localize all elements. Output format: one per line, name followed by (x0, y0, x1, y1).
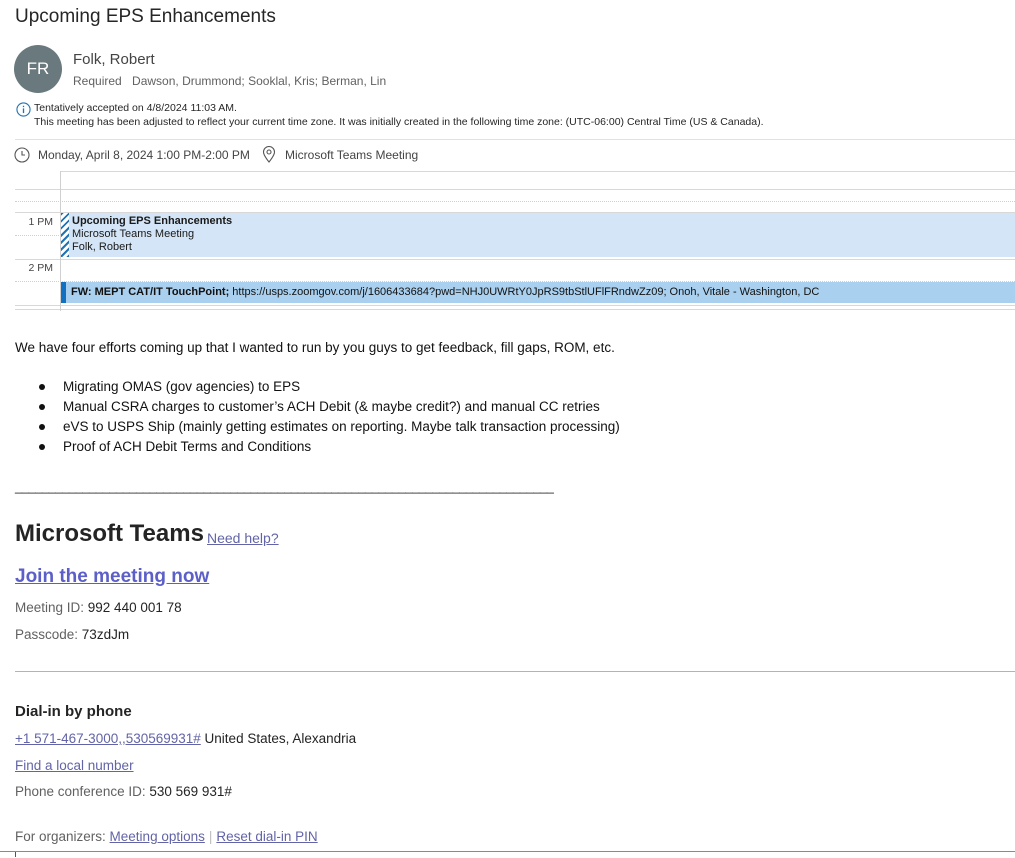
meeting-id-row: Meeting ID: 992 440 001 78 (15, 600, 182, 615)
calendar-bottom-line (15, 309, 1015, 310)
find-local-row: Find a local number (15, 758, 134, 773)
meeting-subject: Upcoming EPS Enhancements (15, 6, 276, 27)
clock-icon (14, 147, 30, 163)
organizer-name[interactable]: Folk, Robert (73, 51, 155, 68)
join-meeting-link[interactable]: Join the meeting now (15, 566, 209, 588)
find-local-number-link[interactable]: Find a local number (15, 758, 134, 773)
event-title: FW: MEPT CAT/IT TouchPoint; (71, 286, 230, 298)
calendar-half-line (15, 201, 1015, 202)
conference-id-value: 530 569 931# (149, 784, 232, 799)
info-icon (16, 102, 31, 117)
hour-label-1pm: 1 PM (28, 216, 53, 228)
dial-in-region: United States, Alexandria (200, 731, 357, 746)
resize-handle[interactable] (15, 852, 16, 857)
info-line-timezone: This meeting has been adjusted to reflec… (34, 116, 764, 128)
bullet-icon (39, 424, 45, 430)
conference-id-label: Phone conference ID: (15, 784, 150, 799)
teams-separator (15, 671, 1015, 672)
need-help-link[interactable]: Need help? (207, 530, 279, 546)
list-item-text: Proof of ACH Debit Terms and Conditions (63, 439, 312, 454)
calendar-event-next[interactable]: FW: MEPT CAT/IT TouchPoint; https://usps… (61, 282, 1015, 303)
dial-in-number-link[interactable]: +1 571-467-3000,,530569931# (15, 731, 201, 746)
passcode-value: 73zdJm (81, 627, 130, 642)
info-message: Tentatively accepted on 4/8/2024 11:03 A… (34, 101, 764, 129)
event-title: Upcoming EPS Enhancements (72, 215, 233, 227)
list-item: eVS to USPS Ship (mainly getting estimat… (15, 417, 620, 437)
list-item-text: eVS to USPS Ship (mainly getting estimat… (63, 419, 620, 434)
required-attendee-names[interactable]: Dawson, Drummond; Sooklal, Kris; Berman,… (132, 74, 386, 88)
effort-list: Migrating OMAS (gov agencies) to EPS Man… (15, 377, 620, 457)
conference-id-row: Phone conference ID: 530 569 931# (15, 784, 232, 799)
meeting-id-value: 992 440 001 78 (87, 600, 182, 615)
location-pin-icon (262, 146, 276, 163)
meeting-location: Microsoft Teams Meeting (285, 148, 419, 162)
bullet-icon (39, 404, 45, 410)
event-organizer: Folk, Robert (72, 241, 132, 253)
link-separator: | (208, 829, 213, 844)
calendar-line (15, 305, 1015, 306)
teams-heading: Microsoft Teams (15, 520, 204, 547)
hour-label-2pm: 2 PM (28, 262, 53, 274)
required-label: Required (73, 74, 122, 88)
reset-pin-link[interactable]: Reset dial-in PIN (216, 829, 317, 844)
event-location: Microsoft Teams Meeting (72, 228, 195, 240)
passcode-label: Passcode: (15, 627, 82, 642)
calendar-line (15, 189, 1015, 190)
bullet-icon (39, 444, 45, 450)
info-line-accepted: Tentatively accepted on 4/8/2024 11:03 A… (34, 102, 237, 114)
organizers-row: For organizers: Meeting options | Reset di… (15, 829, 318, 844)
calendar-line (15, 259, 1015, 260)
message-intro: We have four efforts coming up that I wa… (15, 340, 615, 355)
meeting-time: Monday, April 8, 2024 1:00 PM-2:00 PM (38, 148, 250, 162)
meeting-id-label: Meeting ID: (15, 600, 88, 615)
list-item: Proof of ACH Debit Terms and Conditions (15, 437, 620, 457)
dial-in-number-row: +1 571-467-3000,,530569931# United State… (15, 731, 356, 746)
list-item: Migrating OMAS (gov agencies) to EPS (15, 377, 620, 397)
text-divider: ________________________________________… (15, 479, 554, 494)
divider (15, 139, 1015, 140)
dial-in-heading: Dial-in by phone (15, 703, 132, 720)
bullet-icon (39, 384, 45, 390)
calendar-top-line (60, 171, 1015, 172)
event-details: https://usps.zoomgov.com/j/1606433684?pw… (229, 286, 820, 298)
calendar-event-current[interactable]: Upcoming EPS Enhancements Microsoft Team… (61, 213, 1015, 257)
list-item-text: Manual CSRA charges to customer’s ACH De… (63, 399, 600, 414)
calendar-preview: 1 PM 2 PM Upcoming EPS Enhancements Micr… (15, 171, 1015, 311)
meeting-options-link[interactable]: Meeting options (110, 829, 205, 844)
organizers-label: For organizers: (15, 829, 110, 844)
tentative-stripe (61, 213, 69, 257)
passcode-row: Passcode: 73zdJm (15, 627, 129, 642)
required-attendees: Required Dawson, Drummond; Sooklal, Kris… (73, 74, 386, 88)
organizer-avatar[interactable]: FR (14, 45, 62, 93)
list-item: Manual CSRA charges to customer’s ACH De… (15, 397, 620, 417)
list-item-text: Migrating OMAS (gov agencies) to EPS (63, 379, 301, 394)
